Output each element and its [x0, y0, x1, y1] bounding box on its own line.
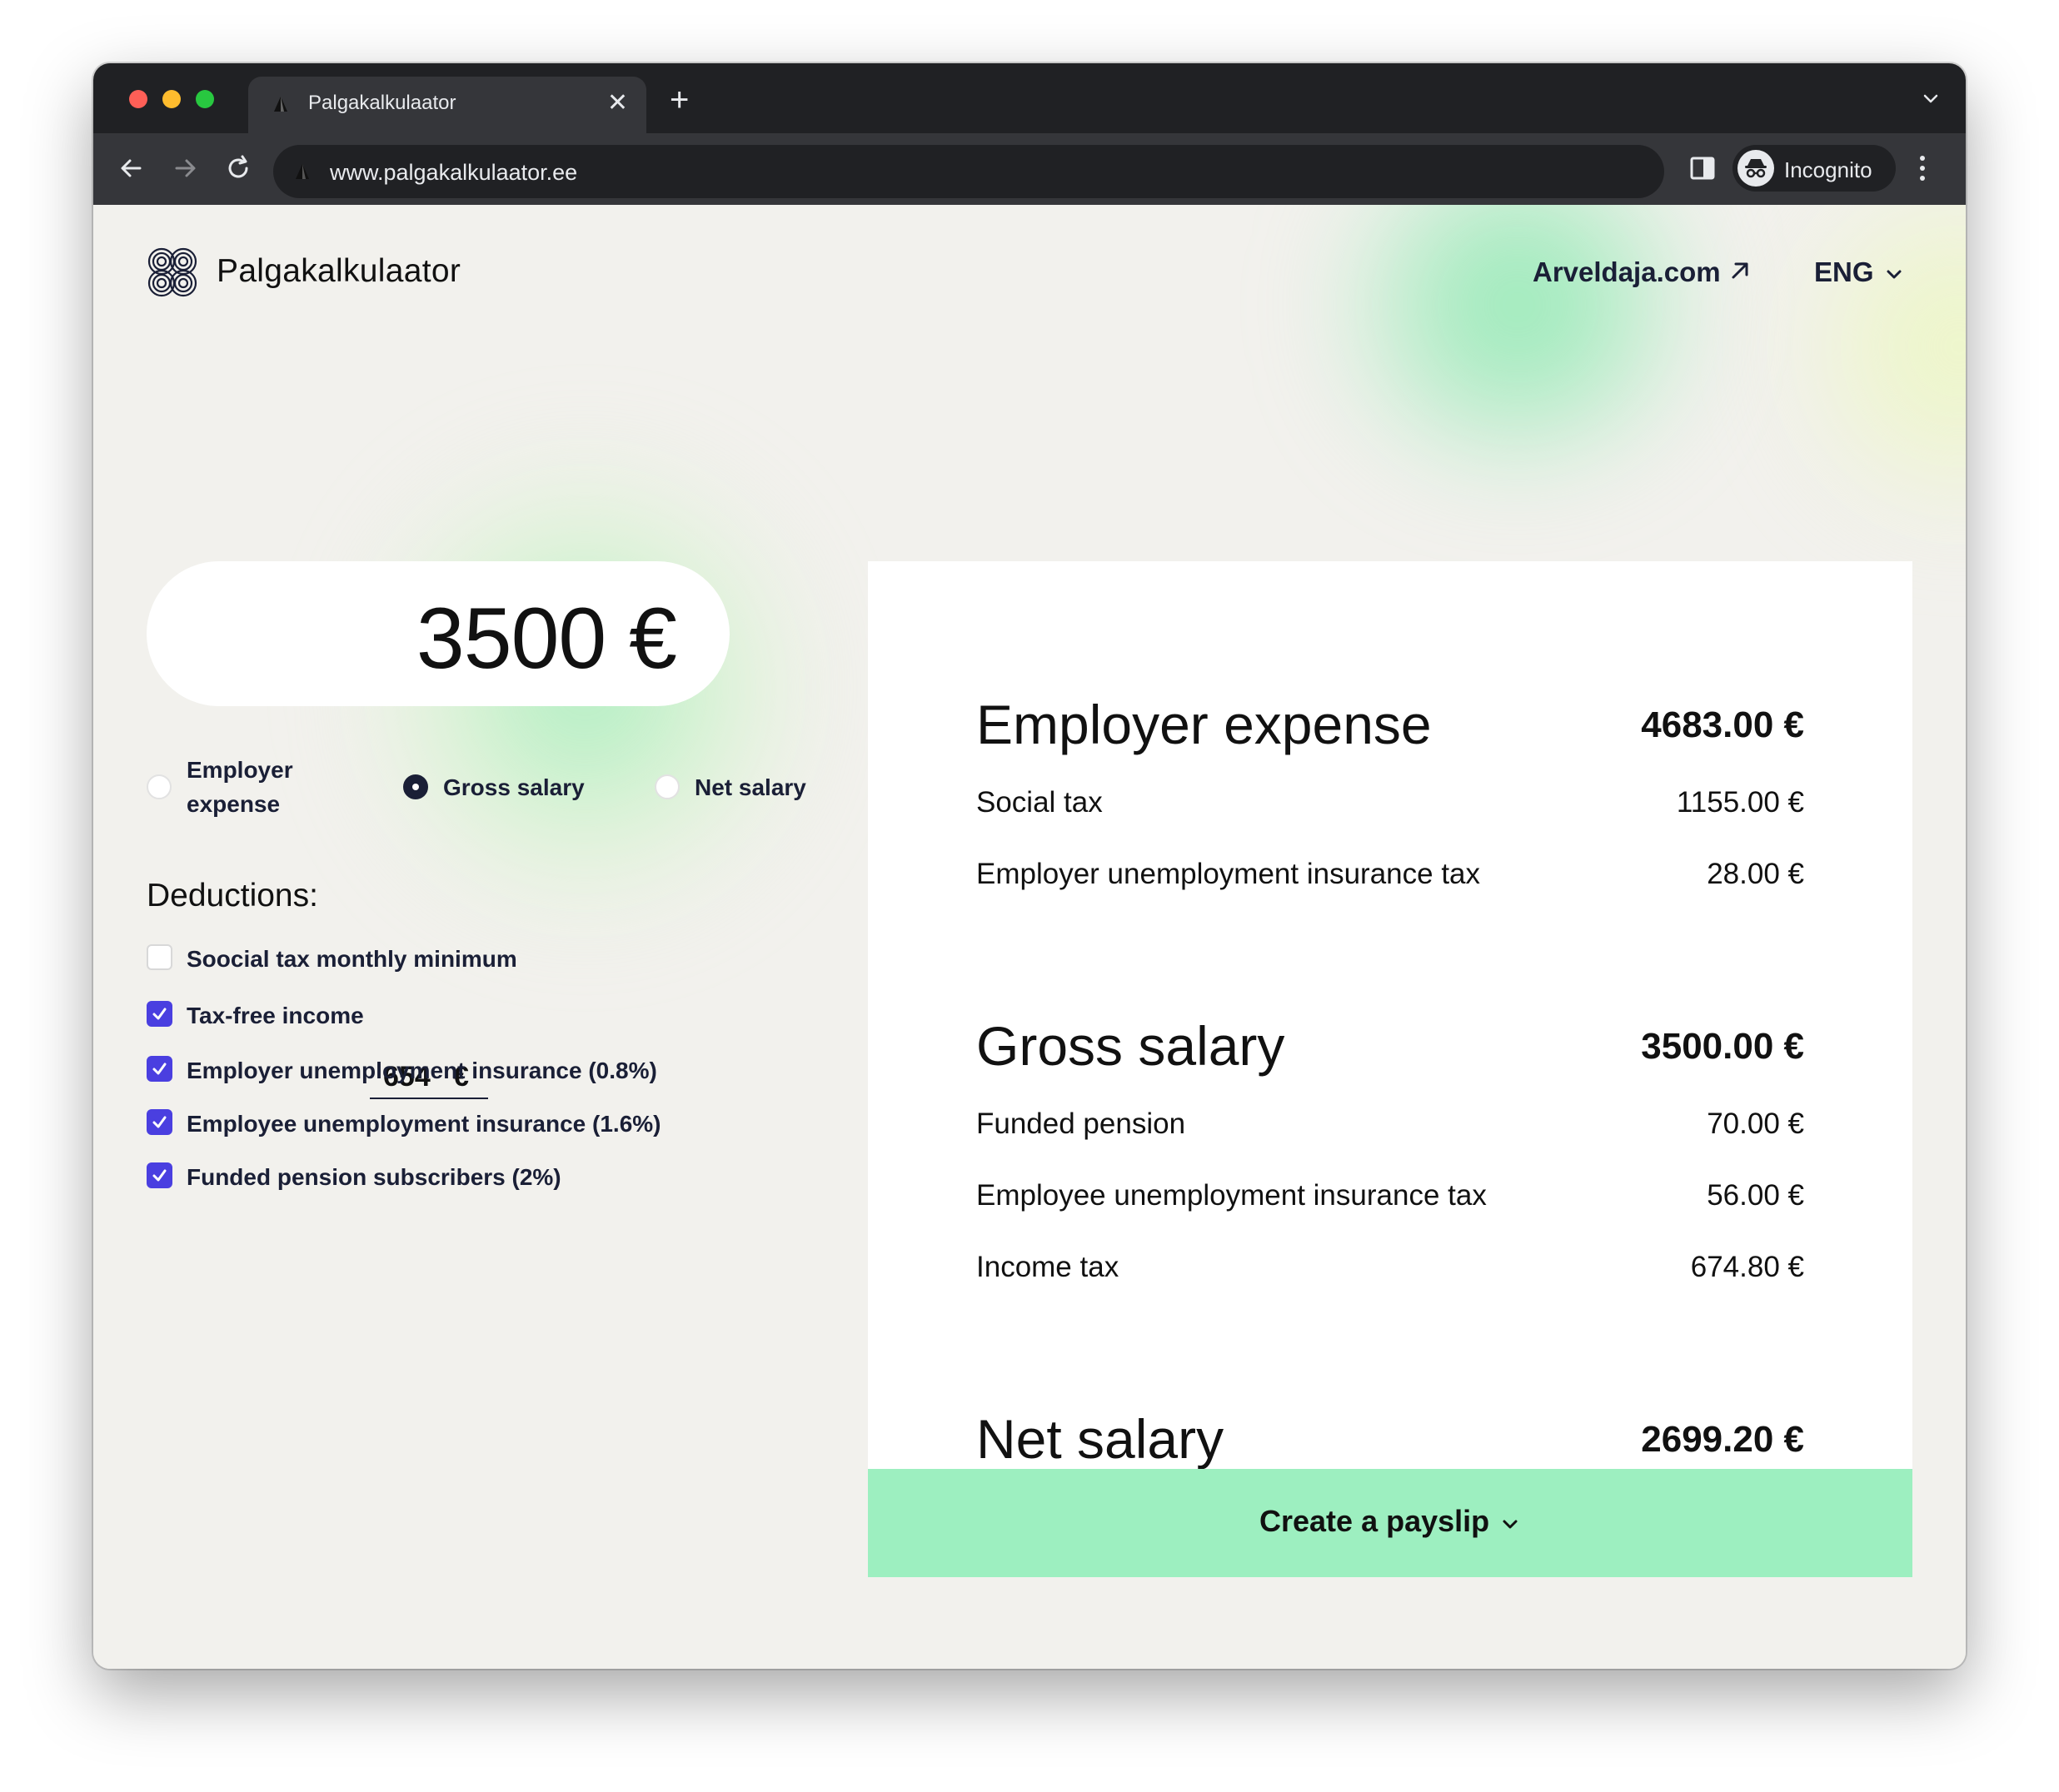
screenshot-stage: Palgakalkulaator ✕ + www.palgakalkulaato…: [0, 0, 2059, 1792]
chevron-down-icon: [1503, 1520, 1518, 1529]
employer-unemployment-tax-value: 28.00 €: [1707, 858, 1804, 890]
browser-window: Palgakalkulaator ✕ + www.palgakalkulaato…: [93, 63, 1966, 1669]
checkbox-label-employee-unemployment[interactable]: Employee unemployment insurance (1.6%): [187, 1111, 661, 1137]
side-panel-icon[interactable]: [1688, 153, 1717, 183]
decorative-glow: [1326, 205, 1709, 463]
create-payslip-label: Create a payslip: [1259, 1504, 1490, 1538]
tab-title: Palgakalkulaator: [308, 92, 456, 114]
income-tax-label: Income tax: [976, 1251, 1119, 1283]
forward-arrow-icon[interactable]: [168, 152, 202, 185]
back-arrow-icon[interactable]: [115, 152, 148, 185]
checkbox-employer-unemployment[interactable]: [147, 1056, 172, 1082]
maximize-window-button[interactable]: [196, 90, 214, 108]
checkbox-social-tax-minimum[interactable]: [147, 944, 172, 970]
tab-search-chevron-icon[interactable]: [1921, 88, 1941, 108]
salary-amount-value: 3500 €: [416, 590, 677, 687]
create-payslip-button[interactable]: Create a payslip: [868, 1469, 1912, 1577]
employer-expense-heading: Employer expense: [976, 694, 1432, 755]
radio-label-employer-expense[interactable]: Employer expense: [187, 753, 320, 821]
checkbox-label-social-tax-minimum[interactable]: Soocial tax monthly minimum: [187, 946, 517, 973]
browser-toolbar: www.palgakalkulaator.ee Incognito: [93, 133, 1966, 205]
employee-unemployment-tax-label: Employee unemployment insurance tax: [976, 1179, 1487, 1212]
radio-label-net-salary[interactable]: Net salary: [695, 770, 806, 804]
net-salary-total: 2699.20 €: [1641, 1419, 1804, 1460]
income-tax-value: 674.80 €: [1690, 1251, 1804, 1283]
browser-titlebar: Palgakalkulaator ✕ +: [93, 63, 1966, 133]
checkbox-employee-unemployment[interactable]: [147, 1109, 172, 1135]
external-link-arrow-icon[interactable]: [1727, 258, 1752, 283]
checkbox-label-employer-unemployment[interactable]: Employer unemployment insurance (0.8%): [187, 1058, 657, 1084]
browser-tab[interactable]: Palgakalkulaator ✕: [248, 77, 646, 133]
chevron-down-icon[interactable]: [1884, 265, 1904, 285]
checkbox-label-tax-free-income[interactable]: Tax-free income: [187, 1003, 364, 1029]
site-favicon-icon: [274, 97, 287, 112]
radio-net-salary[interactable]: [655, 774, 680, 799]
social-tax-label: Social tax: [976, 786, 1103, 819]
salary-amount-input[interactable]: 3500 €: [147, 561, 730, 706]
brand-logo-icon[interactable]: [145, 245, 200, 300]
checkmark-icon: [152, 1116, 167, 1128]
browser-menu-icon[interactable]: [1917, 152, 1927, 185]
checkmark-icon: [152, 1008, 167, 1020]
incognito-label: Incognito: [1784, 157, 1872, 182]
employer-unemployment-tax-label: Employer unemployment insurance tax: [976, 858, 1481, 890]
checkmark-icon: [152, 1063, 167, 1075]
checkbox-funded-pension[interactable]: [147, 1162, 172, 1188]
checkbox-label-funded-pension[interactable]: Funded pension subscribers (2%): [187, 1164, 561, 1191]
employee-unemployment-tax-value: 56.00 €: [1707, 1179, 1804, 1212]
brand-name[interactable]: Palgakalkulaator: [217, 253, 461, 290]
decorative-glow: [1801, 205, 1966, 521]
minimize-window-button[interactable]: [162, 90, 181, 108]
results-panel: Employer expense 4683.00 € Social tax 11…: [868, 561, 1912, 1577]
language-selector[interactable]: ENG: [1814, 256, 1874, 288]
deductions-heading: Deductions:: [147, 878, 318, 913]
site-info-icon[interactable]: [293, 162, 312, 181]
address-bar[interactable]: www.palgakalkulaator.ee: [273, 145, 1664, 198]
incognito-icon: [1737, 150, 1774, 187]
funded-pension-value: 70.00 €: [1707, 1108, 1804, 1140]
checkmark-icon: [152, 1169, 167, 1182]
net-salary-heading: Net salary: [976, 1408, 1224, 1470]
radio-gross-salary[interactable]: [403, 774, 428, 799]
reload-icon[interactable]: [222, 152, 255, 185]
checkbox-tax-free-income[interactable]: [147, 1001, 172, 1027]
gross-salary-heading: Gross salary: [976, 1015, 1285, 1077]
close-window-button[interactable]: [129, 90, 147, 108]
incognito-profile-button[interactable]: Incognito: [1732, 145, 1896, 192]
employer-expense-total: 4683.00 €: [1641, 704, 1804, 745]
new-tab-icon[interactable]: +: [670, 83, 689, 117]
radio-label-gross-salary[interactable]: Gross salary: [443, 770, 585, 804]
tab-close-icon[interactable]: ✕: [607, 88, 628, 118]
gross-salary-total: 3500.00 €: [1641, 1026, 1804, 1067]
social-tax-value: 1155.00 €: [1676, 786, 1804, 819]
radio-employer-expense[interactable]: [147, 774, 172, 799]
page-content: Palgakalkulaator Arveldaja.com ENG 3500 …: [93, 205, 1966, 1669]
address-bar-url: www.palgakalkulaator.ee: [330, 160, 578, 185]
funded-pension-label: Funded pension: [976, 1108, 1186, 1140]
arveldaja-link[interactable]: Arveldaja.com: [1533, 256, 1721, 288]
